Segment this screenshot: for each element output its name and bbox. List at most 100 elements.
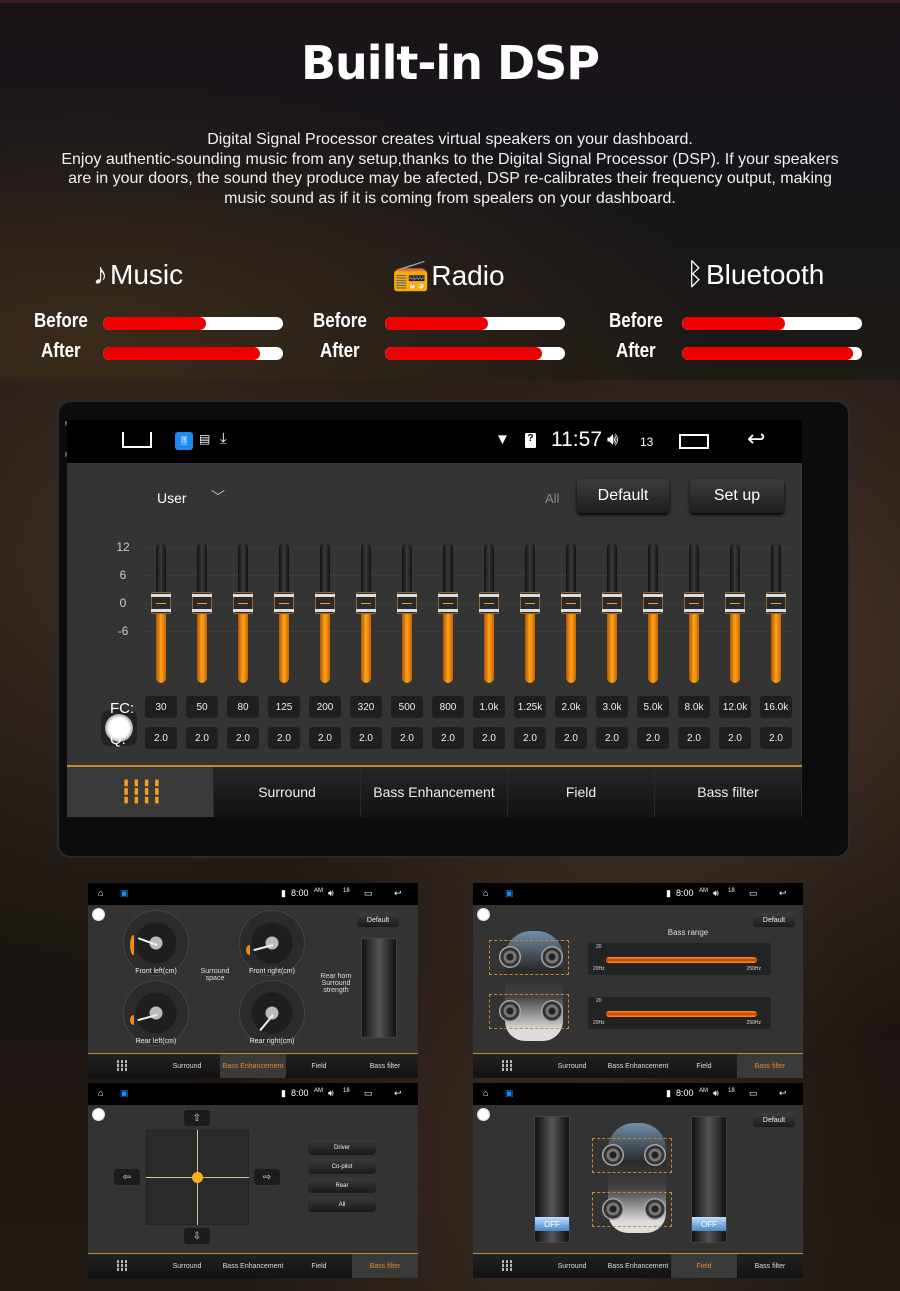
tab-equalizer[interactable]: ┇┇┇┇ <box>67 767 214 817</box>
eq-slider-knob[interactable] <box>766 592 786 614</box>
fc-value[interactable]: 8.0k <box>678 696 710 718</box>
arrow-right-button[interactable]: ⇨ <box>254 1169 280 1185</box>
arrow-left-button[interactable]: ⇦ <box>114 1169 140 1185</box>
eq-slider-knob[interactable] <box>479 592 499 614</box>
eq-slider-knob[interactable] <box>192 592 212 614</box>
tab-field[interactable]: Field <box>286 1054 352 1078</box>
tab-bass-filter[interactable]: Bass filter <box>655 767 802 817</box>
back-nav-icon[interactable]: ↩ <box>779 888 787 899</box>
tab-equalizer[interactable]: ┇┇┇ <box>88 1054 154 1078</box>
back-nav-icon[interactable]: ↩ <box>394 888 402 899</box>
home-nav-icon[interactable]: ⌂ <box>483 888 488 898</box>
tab-field[interactable]: Field <box>671 1254 737 1278</box>
fc-value[interactable]: 30 <box>145 696 177 718</box>
fc-value[interactable]: 125 <box>268 696 300 718</box>
fc-value[interactable]: 1.25k <box>514 696 546 718</box>
tab-field[interactable]: Field <box>508 767 655 817</box>
recent-apps-icon[interactable]: ▭ <box>364 888 373 899</box>
rear-button[interactable]: Rear <box>308 1178 376 1193</box>
floating-assist-button[interactable] <box>477 1108 490 1121</box>
tab-bass-enhancement[interactable]: Bass Enhancement <box>605 1254 671 1278</box>
q-value[interactable]: 2.0 <box>391 727 423 749</box>
recent-apps-icon[interactable] <box>679 434 709 449</box>
q-value[interactable]: 2.0 <box>227 727 259 749</box>
q-value[interactable]: 2.0 <box>473 727 505 749</box>
bass-range-slider-front[interactable]: 20 20Hz 250Hz <box>588 943 771 975</box>
eq-slider-knob[interactable] <box>315 592 335 614</box>
q-value[interactable]: 2.0 <box>514 727 546 749</box>
fc-value[interactable]: 1.0k <box>473 696 505 718</box>
rear-right-gauge[interactable] <box>239 980 305 1046</box>
tab-equalizer[interactable]: ┇┇┇ <box>473 1254 539 1278</box>
q-value[interactable]: 2.0 <box>145 727 177 749</box>
default-button[interactable]: Default <box>577 479 669 513</box>
preset-select[interactable]: User <box>157 490 187 506</box>
back-nav-icon[interactable]: ↩ <box>747 426 765 452</box>
arrow-up-button[interactable]: ⇧ <box>184 1110 210 1126</box>
floating-assist-button[interactable] <box>477 908 490 921</box>
eq-slider-knob[interactable] <box>397 592 417 614</box>
rear-left-gauge[interactable] <box>123 980 189 1046</box>
eq-slider-knob[interactable] <box>438 592 458 614</box>
q-value[interactable]: 2.0 <box>678 727 710 749</box>
front-left-gauge[interactable] <box>123 910 189 976</box>
eq-slider-knob[interactable] <box>233 592 253 614</box>
q-value[interactable]: 2.0 <box>719 727 751 749</box>
eq-slider-knob[interactable] <box>520 592 540 614</box>
q-value[interactable]: 2.0 <box>555 727 587 749</box>
q-value[interactable]: 2.0 <box>596 727 628 749</box>
tab-field[interactable]: Field <box>671 1054 737 1078</box>
q-value[interactable]: 2.0 <box>309 727 341 749</box>
fc-value[interactable]: 50 <box>186 696 218 718</box>
q-value[interactable]: 2.0 <box>268 727 300 749</box>
home-nav-icon[interactable]: ⌂ <box>483 1088 488 1098</box>
tab-surround[interactable]: Surround <box>154 1054 220 1078</box>
home-nav-icon[interactable] <box>122 432 152 448</box>
eq-slider-knob[interactable] <box>274 592 294 614</box>
floating-assist-button[interactable] <box>92 1108 105 1121</box>
back-nav-icon[interactable]: ↩ <box>394 1088 402 1099</box>
position-handle[interactable] <box>192 1172 203 1183</box>
eq-slider-knob[interactable] <box>684 592 704 614</box>
tab-bass-enhancement[interactable]: Bass Enhancement <box>220 1054 286 1078</box>
eq-slider-knob[interactable] <box>151 592 171 614</box>
copilot-button[interactable]: Co-pilot <box>308 1159 376 1174</box>
q-value[interactable]: 2.0 <box>432 727 464 749</box>
tab-equalizer[interactable]: ┇┇┇ <box>88 1254 154 1278</box>
front-right-gauge[interactable] <box>239 910 305 976</box>
q-value[interactable]: 2.0 <box>350 727 382 749</box>
tab-field[interactable]: Field <box>286 1254 352 1278</box>
fc-value[interactable]: 2.0k <box>555 696 587 718</box>
default-button[interactable]: Default <box>357 913 399 927</box>
q-value[interactable]: 2.0 <box>186 727 218 749</box>
bass-range-slider-rear[interactable]: 20 20Hz 250Hz <box>588 997 771 1029</box>
fc-value[interactable]: 500 <box>391 696 423 718</box>
eq-slider-knob[interactable] <box>725 592 745 614</box>
rear-off-button[interactable]: OFF <box>692 1217 726 1231</box>
tab-bass-filter[interactable]: Bass filter <box>352 1254 418 1278</box>
tab-surround[interactable]: Surround <box>154 1254 220 1278</box>
strength-slider[interactable] <box>361 938 397 1038</box>
tab-bass-filter[interactable]: Bass filter <box>737 1254 803 1278</box>
default-button[interactable]: Default <box>753 913 795 927</box>
fc-value[interactable]: 12.0k <box>719 696 751 718</box>
tab-bass-enhancement[interactable]: Bass Enhancement <box>361 767 508 817</box>
eq-slider-knob[interactable] <box>356 592 376 614</box>
fc-value[interactable]: 80 <box>227 696 259 718</box>
front-off-button[interactable]: OFF <box>535 1217 569 1231</box>
arrow-down-button[interactable]: ⇩ <box>184 1228 210 1244</box>
fc-value[interactable]: 200 <box>309 696 341 718</box>
fc-value[interactable]: 800 <box>432 696 464 718</box>
q-value[interactable]: 2.0 <box>760 727 792 749</box>
q-value[interactable]: 2.0 <box>637 727 669 749</box>
floating-assist-button[interactable] <box>92 908 105 921</box>
tab-surround[interactable]: Surround <box>214 767 361 817</box>
all-label[interactable]: All <box>545 491 559 506</box>
eq-slider-knob[interactable] <box>602 592 622 614</box>
tab-bass-filter[interactable]: Bass filter <box>737 1054 803 1078</box>
driver-button[interactable]: Driver <box>308 1140 376 1155</box>
tab-equalizer[interactable]: ┇┇┇ <box>473 1054 539 1078</box>
recent-apps-icon[interactable]: ▭ <box>749 1088 758 1099</box>
eq-slider-knob[interactable] <box>643 592 663 614</box>
fc-value[interactable]: 3.0k <box>596 696 628 718</box>
